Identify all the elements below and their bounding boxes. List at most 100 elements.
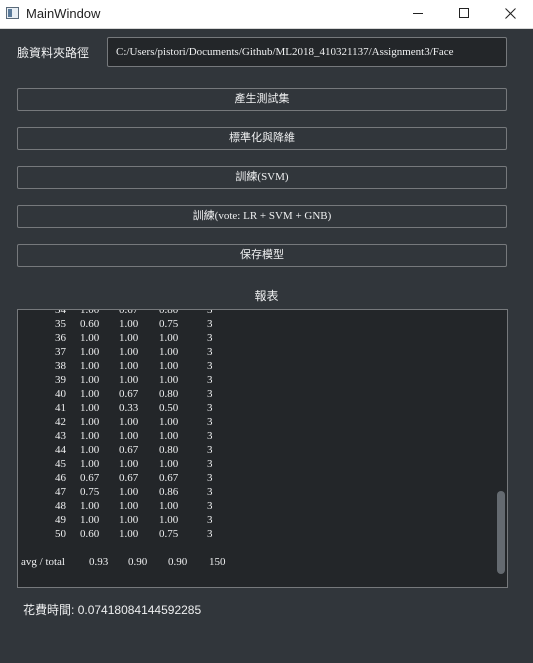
minimize-button[interactable] bbox=[395, 0, 441, 28]
standardize-reduce-button[interactable]: 標準化與降維 bbox=[17, 127, 507, 150]
generate-test-set-button[interactable]: 產生測試集 bbox=[17, 88, 507, 111]
report-cell-class-id: 38 bbox=[55, 360, 66, 372]
report-scrollbar[interactable] bbox=[497, 322, 505, 574]
report-cell-recall: 1.00 bbox=[119, 528, 139, 540]
close-button[interactable] bbox=[487, 0, 533, 28]
report-cell-f1-score: 0.67 bbox=[159, 472, 179, 484]
report-cell-class-id: 40 bbox=[55, 388, 66, 400]
report-cell-support: 3 bbox=[207, 309, 213, 316]
avg-support: 150 bbox=[209, 556, 226, 568]
report-cell-f1-score: 0.80 bbox=[159, 388, 179, 400]
train-svm-button[interactable]: 訓練(SVM) bbox=[17, 166, 507, 189]
report-cell-f1-score: 1.00 bbox=[159, 332, 179, 344]
report-cell-f1-score: 0.75 bbox=[159, 528, 179, 540]
report-cell-support: 3 bbox=[207, 346, 213, 358]
report-cell-precision: 1.00 bbox=[80, 374, 100, 386]
report-cell-recall: 0.67 bbox=[119, 388, 139, 400]
report-cell-recall: 1.00 bbox=[119, 500, 139, 512]
report-cell-precision: 0.60 bbox=[80, 318, 100, 330]
title-bar: MainWindow bbox=[0, 0, 533, 29]
report-cell-class-id: 44 bbox=[55, 444, 66, 456]
report-cell-support: 3 bbox=[207, 416, 213, 428]
report-label: 報表 bbox=[254, 289, 279, 303]
report-cell-precision: 1.00 bbox=[80, 360, 100, 372]
report-cell-f1-score: 1.00 bbox=[159, 514, 179, 526]
report-cell-precision: 1.00 bbox=[80, 309, 100, 316]
report-cell-recall: 1.00 bbox=[119, 318, 139, 330]
report-cell-support: 3 bbox=[207, 458, 213, 470]
report-cell-support: 3 bbox=[207, 430, 213, 442]
report-cell-class-id: 43 bbox=[55, 430, 66, 442]
train-vote-button[interactable]: 訓練(vote: LR + SVM + GNB) bbox=[17, 205, 507, 228]
report-cell-precision: 1.00 bbox=[80, 500, 100, 512]
report-cell-support: 3 bbox=[207, 332, 213, 344]
report-cell-f1-score: 1.00 bbox=[159, 500, 179, 512]
report-cell-class-id: 49 bbox=[55, 514, 66, 526]
report-cell-class-id: 41 bbox=[55, 402, 66, 414]
report-cell-support: 3 bbox=[207, 486, 213, 498]
report-cell-recall: 1.00 bbox=[119, 346, 139, 358]
report-cell-support: 3 bbox=[207, 514, 213, 526]
report-cell-f1-score: 0.75 bbox=[159, 318, 179, 330]
report-cell-recall: 1.00 bbox=[119, 374, 139, 386]
report-cell-precision: 1.00 bbox=[80, 388, 100, 400]
report-cell-class-id: 48 bbox=[55, 500, 66, 512]
minimize-icon bbox=[413, 13, 423, 14]
app-icon bbox=[6, 7, 19, 19]
report-cell-precision: 1.00 bbox=[80, 346, 100, 358]
report-cell-precision: 1.00 bbox=[80, 444, 100, 456]
report-cell-class-id: 36 bbox=[55, 332, 66, 344]
avg-f1: 0.90 bbox=[168, 556, 188, 568]
report-cell-support: 3 bbox=[207, 472, 213, 484]
report-cell-support: 3 bbox=[207, 374, 213, 386]
report-cell-support: 3 bbox=[207, 500, 213, 512]
window-title: MainWindow bbox=[26, 6, 101, 21]
report-cell-precision: 0.60 bbox=[80, 528, 100, 540]
avg-recall: 0.90 bbox=[128, 556, 148, 568]
face-folder-path-label: 臉資料夾路徑 bbox=[17, 46, 90, 60]
report-cell-recall: 0.33 bbox=[119, 402, 139, 414]
report-cell-recall: 1.00 bbox=[119, 360, 139, 372]
report-cell-class-id: 50 bbox=[55, 528, 66, 540]
report-cell-precision: 0.75 bbox=[80, 486, 100, 498]
report-scrollbar-thumb[interactable] bbox=[497, 491, 505, 574]
report-cell-precision: 1.00 bbox=[80, 430, 100, 442]
report-cell-precision: 1.00 bbox=[80, 416, 100, 428]
report-cell-f1-score: 1.00 bbox=[159, 458, 179, 470]
report-cell-recall: 1.00 bbox=[119, 486, 139, 498]
report-cell-f1-score: 1.00 bbox=[159, 360, 179, 372]
elapsed-time-label: 花費時間: bbox=[23, 603, 75, 617]
report-cell-support: 3 bbox=[207, 444, 213, 456]
report-cell-class-id: 39 bbox=[55, 374, 66, 386]
report-cell-f1-score: 1.00 bbox=[159, 430, 179, 442]
save-model-button[interactable]: 保存模型 bbox=[17, 244, 507, 267]
report-cell-f1-score: 1.00 bbox=[159, 416, 179, 428]
report-cell-recall: 1.00 bbox=[119, 416, 139, 428]
report-cell-class-id: 34 bbox=[55, 309, 66, 316]
report-cell-precision: 1.00 bbox=[80, 332, 100, 344]
report-cell-class-id: 37 bbox=[55, 346, 66, 358]
report-cell-f1-score: 1.00 bbox=[159, 346, 179, 358]
report-cell-class-id: 47 bbox=[55, 486, 66, 498]
face-folder-path-input[interactable] bbox=[107, 37, 507, 67]
report-cell-recall: 1.00 bbox=[119, 458, 139, 470]
report-cell-f1-score: 0.50 bbox=[159, 402, 179, 414]
report-cell-recall: 1.00 bbox=[119, 514, 139, 526]
maximize-button[interactable] bbox=[441, 0, 487, 28]
report-cell-f1-score: 0.80 bbox=[159, 309, 179, 316]
report-cell-recall: 0.67 bbox=[119, 444, 139, 456]
report-cell-precision: 1.00 bbox=[80, 458, 100, 470]
report-cell-class-id: 45 bbox=[55, 458, 66, 470]
avg-precision: 0.93 bbox=[89, 556, 109, 568]
report-cell-support: 3 bbox=[207, 402, 213, 414]
report-cell-precision: 0.67 bbox=[80, 472, 100, 484]
report-cell-recall: 1.00 bbox=[119, 332, 139, 344]
report-cell-support: 3 bbox=[207, 360, 213, 372]
close-icon bbox=[505, 8, 516, 19]
report-cell-f1-score: 1.00 bbox=[159, 374, 179, 386]
elapsed-time-value: 0.07418084144592285 bbox=[77, 603, 202, 617]
avg-label: avg / total bbox=[21, 556, 65, 568]
report-text-area[interactable]: 34 1.00 0.67 0.80 3 35 0.60 1.00 0.75 3 36 1.00 1.00… bbox=[17, 309, 508, 588]
report-cell-class-id: 46 bbox=[55, 472, 66, 484]
report-cell-support: 3 bbox=[207, 318, 213, 330]
